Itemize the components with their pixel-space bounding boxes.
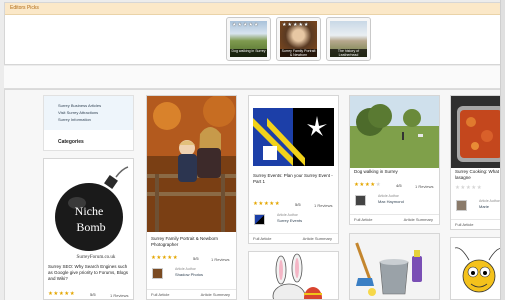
article-title[interactable]: Surrey Events: Plan your Surrey Event - … [253, 173, 335, 185]
editors-pick-rating: ★★★★★ [232, 22, 260, 28]
review-count[interactable]: 1 Reviews [314, 203, 332, 208]
author-label: Article Author [175, 267, 196, 271]
review-count[interactable]: 1 Reviews [415, 184, 433, 189]
author-avatar[interactable] [254, 214, 265, 225]
author-label: Article Author [479, 199, 500, 203]
logo-source: SurreyForum.co.uk [77, 255, 116, 260]
rating-stars: ★★★★★ [151, 255, 179, 261]
article-card-cartoon[interactable] [450, 237, 505, 300]
article-title[interactable]: Dog walking in Surrey [354, 169, 436, 175]
author-name[interactable]: Marie [479, 204, 489, 209]
article-summary-link[interactable]: Article Summary [404, 215, 433, 224]
review-count[interactable]: 1 Reviews [211, 257, 229, 262]
editors-pick-caption: Surrey Family Portrait & Newborn Photogr… [280, 49, 317, 57]
article-card-surrey-seo[interactable]: Niche Bomb SurreyForum.co.uk Surrey SEO:… [43, 158, 134, 300]
niche-bomb-logo: Niche Bomb SurreyForum.co.uk [55, 166, 129, 260]
sidebar: Surrey Business Articles Visit Surrey At… [43, 95, 134, 151]
surrey-events-logo [253, 108, 334, 166]
rating-stars: ★★★★★ [253, 201, 281, 207]
article-card-surrey-events[interactable]: Surrey Events: Plan your Surrey Event - … [248, 95, 339, 244]
editors-pick-caption: Dog walking in Surrey [230, 49, 267, 57]
article-title[interactable]: Surrey Cooking: What lasagne [455, 169, 505, 181]
full-article-link[interactable]: Full Article [455, 220, 473, 229]
sidebar-links: Surrey Business Articles Visit Surrey At… [44, 96, 133, 130]
author-label: Article Author [277, 213, 298, 217]
rating-stars: ★★★★★ [455, 185, 483, 191]
author-name[interactable]: Shadow Photos [175, 272, 203, 277]
rating-score: 5/5 [90, 292, 96, 297]
article-summary-link[interactable]: Article Summary [303, 234, 332, 243]
card-footer: Full Article Article Summary [147, 289, 236, 299]
review-count[interactable]: 1 Reviews [110, 293, 128, 298]
author-avatar[interactable] [456, 200, 467, 211]
editors-pick-rating: ★★★★★ [282, 22, 310, 28]
cleaning-supplies-image [350, 234, 439, 299]
dog-walking-image [350, 96, 439, 168]
full-article-link[interactable]: Full Article [151, 290, 169, 299]
rating-stars: ★★★★★ [48, 291, 76, 297]
editors-picks-title: Editors Picks [5, 3, 505, 15]
sidebar-link-business-articles[interactable]: Surrey Business Articles [58, 102, 133, 109]
categories-heading: Categories [58, 139, 84, 145]
article-card-dog-walking[interactable]: Dog walking in Surrey ★★★★★ 4/5 1 Review… [349, 95, 440, 225]
sidebar-link-information[interactable]: Surrey Information [58, 116, 133, 123]
logo-word-niche: Niche [75, 204, 104, 218]
rating-stars: ★★★★★ [354, 182, 382, 188]
article-summary-link[interactable]: Article Summary [201, 290, 230, 299]
author-name[interactable]: Max Haymond [378, 199, 404, 204]
vertical-scrollbar[interactable] [500, 0, 505, 300]
article-title[interactable]: Surrey Family Portrait & Newborn Photogr… [151, 236, 233, 248]
article-card-cooking[interactable]: Surrey Cooking: What lasagne ★★★★★ Artic… [450, 95, 505, 230]
easter-bunny-image [272, 253, 322, 299]
article-card-easter[interactable] [248, 251, 339, 300]
editors-pick-family-portrait[interactable]: ★★★★★ Surrey Family Portrait & Newborn P… [276, 17, 321, 61]
cartoon-character-image [451, 238, 505, 299]
full-article-link[interactable]: Full Article [253, 234, 271, 243]
editors-pick-dog-walking[interactable]: ★★★★★ Dog walking in Surrey [226, 17, 271, 61]
article-card-family-portrait[interactable]: Surrey Family Portrait & Newborn Photogr… [146, 95, 237, 300]
author-label: Article Author [378, 194, 399, 198]
family-portrait-image [147, 96, 236, 232]
card-footer: Full Article Article Summary [249, 233, 338, 243]
rating-score: 4/5 [396, 183, 402, 188]
editors-pick-leatherhead[interactable]: The history of Leatherhead [326, 17, 371, 61]
sidebar-link-attractions[interactable]: Visit Surrey Attractions [58, 109, 133, 116]
section-divider [4, 66, 505, 89]
lasagne-image [451, 96, 505, 168]
full-article-link[interactable]: Full Article [354, 215, 372, 224]
card-footer: Full Article Article Summary [350, 214, 439, 224]
author-avatar[interactable] [152, 268, 163, 279]
editors-picks-panel: Editors Picks ★★★★★ Dog walking in Surre… [4, 2, 505, 65]
article-title[interactable]: Surrey SEO: Why Search Engines such as G… [48, 264, 130, 282]
logo-word-bomb: Bomb [76, 220, 105, 234]
author-avatar[interactable] [355, 195, 366, 206]
rating-score: 5/5 [295, 202, 301, 207]
author-name[interactable]: Surrey Events [277, 218, 302, 223]
card-footer: Full Article [451, 219, 505, 229]
editors-pick-caption: The history of Leatherhead [330, 49, 367, 57]
article-card-cleaning[interactable] [349, 233, 440, 300]
rating-score: 5/5 [193, 256, 199, 261]
